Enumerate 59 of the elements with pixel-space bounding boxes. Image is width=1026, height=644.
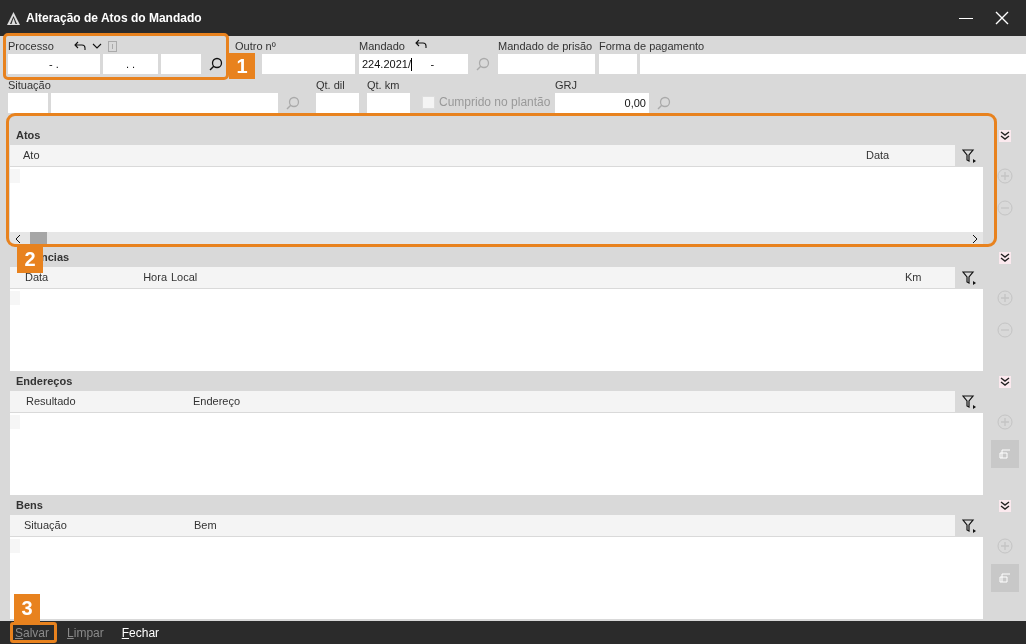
undo-icon[interactable]: [73, 41, 86, 51]
column-header[interactable]: Bem: [194, 517, 217, 534]
filter-icon[interactable]: [962, 148, 976, 163]
footer-button[interactable]: Fechar: [121, 623, 160, 642]
field-label: Processo: [8, 38, 54, 54]
filter-icon[interactable]: [962, 270, 976, 285]
field-label: Forma de pagamento: [599, 38, 705, 54]
scroll-right-icon[interactable]: [972, 235, 978, 243]
input-field[interactable]: [161, 54, 201, 74]
input-field[interactable]: [8, 93, 48, 113]
input-field[interactable]: 0,00: [555, 93, 649, 113]
collapse-icon[interactable]: [998, 130, 1011, 142]
step-badge: 2: [17, 245, 43, 273]
search-icon[interactable]: [209, 57, 223, 71]
step-badge: 1: [229, 53, 255, 79]
section-title: Atos: [16, 128, 42, 143]
undo-icon[interactable]: [414, 39, 427, 49]
checkbox-label: Cumprido no plantão: [439, 94, 551, 111]
field-label: Mandado de prisão: [498, 38, 593, 54]
column-header[interactable]: Local: [171, 269, 905, 286]
input-field[interactable]: [367, 93, 410, 113]
input-field[interactable]: [51, 93, 278, 113]
window-icon: [998, 449, 1011, 459]
column-header[interactable]: Hora: [137, 269, 171, 286]
collapse-icon[interactable]: [998, 252, 1011, 264]
field-label: Outro nº: [235, 38, 276, 54]
column-header[interactable]: Ato: [23, 147, 866, 164]
input-field[interactable]: [262, 54, 355, 74]
input-field[interactable]: 224.2021/ -: [359, 54, 468, 74]
field-label: Mandado: [359, 38, 405, 54]
input-field[interactable]: [316, 93, 359, 113]
step-badge: 3: [14, 594, 40, 622]
section-title: Endereços: [16, 374, 74, 389]
filter-icon[interactable]: [962, 394, 976, 409]
window-icon: [998, 573, 1011, 583]
logo-icon: [7, 11, 20, 25]
field-label: Qt. dil: [316, 77, 345, 93]
close-button[interactable]: [995, 11, 1009, 25]
field-label: GRJ: [555, 77, 577, 93]
column-header[interactable]: Data: [866, 147, 890, 164]
input-field[interactable]: [640, 54, 1026, 74]
column-header[interactable]: Resultado: [26, 393, 193, 410]
info-icon[interactable]: [107, 40, 117, 52]
column-header[interactable]: Endereço: [193, 393, 241, 410]
input-field[interactable]: . .: [103, 54, 158, 74]
collapse-icon[interactable]: [998, 500, 1011, 512]
column-header[interactable]: Situação: [24, 517, 194, 534]
input-field[interactable]: - .: [8, 54, 100, 74]
input-field[interactable]: [599, 54, 637, 74]
field-label: Qt. km: [367, 77, 400, 93]
chevron-down-icon[interactable]: [91, 43, 102, 49]
field-label: Situação: [8, 77, 51, 93]
window-title: Alteração de Atos do Mandado: [26, 10, 202, 27]
section-title: Bens: [16, 498, 44, 513]
input-field[interactable]: [498, 54, 595, 74]
column-header[interactable]: Km: [905, 269, 922, 286]
filter-icon[interactable]: [962, 518, 976, 533]
collapse-icon[interactable]: [998, 376, 1011, 388]
scroll-left-icon[interactable]: [15, 235, 21, 243]
